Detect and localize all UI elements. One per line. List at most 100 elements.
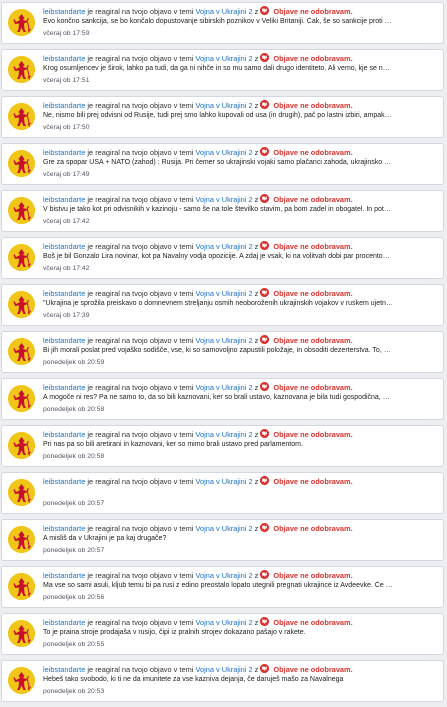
thumbs-down-icon [260,335,270,344]
topic-link[interactable]: Vojna v Ukrajini 2 [195,524,252,533]
user-avatar-icon[interactable] [8,432,35,459]
reaction-label[interactable]: Objave ne odobravam. [273,101,352,110]
notification-item[interactable]: leibstandarte je reagiral na tvojo objav… [1,284,444,326]
topic-link[interactable]: Vojna v Ukrajini 2 [195,571,252,580]
post-excerpt: To je praina stroje prodajaša v rusijo, … [43,629,306,636]
notification-item[interactable]: leibstandarte je reagiral na tvojo objav… [1,566,444,608]
user-link[interactable]: leibstandarte [43,336,85,345]
reaction-label[interactable]: Objave ne odobravam. [273,524,352,533]
user-link[interactable]: leibstandarte [43,383,85,392]
reaction-label[interactable]: Objave ne odobravam. [273,665,352,674]
reaction-label[interactable]: Objave ne odobravam. [273,383,352,392]
topic-link[interactable]: Vojna v Ukrajini 2 [195,336,252,345]
z-label: z [254,571,259,580]
topic-link[interactable]: Vojna v Ukrajini 2 [195,618,252,627]
thumbs-down-icon [260,617,270,626]
user-link[interactable]: leibstandarte [43,430,85,439]
reaction-label[interactable]: Objave ne odobravam. [273,289,352,298]
user-link[interactable]: leibstandarte [43,195,85,204]
user-link[interactable]: leibstandarte [43,54,85,63]
post-excerpt: Boš je bil Gonzalo Lira novinar, kot pa … [43,253,393,260]
notification-item[interactable]: leibstandarte je reagiral na tvojo objav… [1,49,444,91]
action-text: je reagiral na tvojo objavo v temi [87,618,194,627]
user-link[interactable]: leibstandarte [43,571,85,580]
z-label: z [254,618,259,627]
user-avatar-icon[interactable] [8,620,35,647]
user-link[interactable]: leibstandarte [43,665,85,674]
user-avatar-icon[interactable] [8,150,35,177]
notification-item[interactable]: leibstandarte je reagiral na tvojo objav… [1,613,444,655]
topic-link[interactable]: Vojna v Ukrajini 2 [195,101,252,110]
timestamp: včeraj ob 17:42 [43,218,90,225]
notification-header: leibstandarte je reagiral na tvojo objav… [43,335,439,346]
notification-item[interactable]: leibstandarte je reagiral na tvojo objav… [1,660,444,702]
user-avatar-icon[interactable] [8,385,35,412]
user-avatar-icon[interactable] [8,291,35,318]
user-avatar-icon[interactable] [8,9,35,36]
reaction-label[interactable]: Objave ne odobravam. [273,430,352,439]
user-link[interactable]: leibstandarte [43,148,85,157]
user-link[interactable]: leibstandarte [43,101,85,110]
reaction-label[interactable]: Objave ne odobravam. [273,54,352,63]
notification-item[interactable]: leibstandarte je reagiral na tvojo objav… [1,425,444,467]
topic-link[interactable]: Vojna v Ukrajini 2 [195,665,252,674]
timestamp: včeraj ob 17:59 [43,30,90,37]
action-text: je reagiral na tvojo objavo v temi [87,195,194,204]
topic-link[interactable]: Vojna v Ukrajini 2 [195,289,252,298]
topic-link[interactable]: Vojna v Ukrajini 2 [195,242,252,251]
notification-item[interactable]: leibstandarte je reagiral na tvojo objav… [1,472,444,514]
user-link[interactable]: leibstandarte [43,242,85,251]
user-link[interactable]: leibstandarte [43,477,85,486]
z-label: z [254,54,259,63]
user-link[interactable]: leibstandarte [43,289,85,298]
user-avatar-icon[interactable] [8,479,35,506]
post-excerpt: Bi jih morali poslat pred vojaško sodišč… [43,347,393,354]
user-avatar-icon[interactable] [8,103,35,130]
notification-item[interactable]: leibstandarte je reagiral na tvojo objav… [1,143,444,185]
topic-link[interactable]: Vojna v Ukrajini 2 [195,195,252,204]
timestamp: ponedeljek ob 20:57 [43,500,105,507]
action-text: je reagiral na tvojo objavo v temi [87,101,194,110]
reaction-label[interactable]: Objave ne odobravam. [273,242,352,251]
action-text: je reagiral na tvojo objavo v temi [87,477,194,486]
action-text: je reagiral na tvojo objavo v temi [87,524,194,533]
reaction-label[interactable]: Objave ne odobravam. [273,7,352,16]
user-avatar-icon[interactable] [8,244,35,271]
notification-header: leibstandarte je reagiral na tvojo objav… [43,53,439,64]
reaction-label[interactable]: Objave ne odobravam. [273,336,352,345]
notification-item[interactable]: leibstandarte je reagiral na tvojo objav… [1,519,444,561]
user-avatar-icon[interactable] [8,56,35,83]
reaction-label[interactable]: Objave ne odobravam. [273,195,352,204]
user-avatar-icon[interactable] [8,526,35,553]
user-avatar-icon[interactable] [8,667,35,694]
user-avatar-icon[interactable] [8,338,35,365]
user-link[interactable]: leibstandarte [43,7,85,16]
post-excerpt: A mogoče ni res? Pa ne samo to, da so bi… [43,394,393,401]
notification-item[interactable]: leibstandarte je reagiral na tvojo objav… [1,331,444,373]
reaction-label[interactable]: Objave ne odobravam. [273,477,352,486]
notification-item[interactable]: leibstandarte je reagiral na tvojo objav… [1,2,444,44]
thumbs-down-icon [260,476,270,485]
notification-item[interactable]: leibstandarte je reagiral na tvojo objav… [1,190,444,232]
topic-link[interactable]: Vojna v Ukrajini 2 [195,383,252,392]
user-link[interactable]: leibstandarte [43,524,85,533]
user-avatar-icon[interactable] [8,573,35,600]
reaction-label[interactable]: Objave ne odobravam. [273,618,352,627]
user-avatar-icon[interactable] [8,197,35,224]
z-label: z [254,242,259,251]
topic-link[interactable]: Vojna v Ukrajini 2 [195,148,252,157]
z-label: z [254,7,259,16]
topic-link[interactable]: Vojna v Ukrajini 2 [195,54,252,63]
reaction-label[interactable]: Objave ne odobravam. [273,571,352,580]
topic-link[interactable]: Vojna v Ukrajini 2 [195,7,252,16]
thumbs-down-icon [260,429,270,438]
user-link[interactable]: leibstandarte [43,618,85,627]
reaction-label[interactable]: Objave ne odobravam. [273,148,352,157]
action-text: je reagiral na tvojo objavo v temi [87,336,194,345]
notification-item[interactable]: leibstandarte je reagiral na tvojo objav… [1,378,444,420]
topic-link[interactable]: Vojna v Ukrajini 2 [195,477,252,486]
notification-item[interactable]: leibstandarte je reagiral na tvojo objav… [1,237,444,279]
thumbs-down-icon [260,6,270,15]
notification-item[interactable]: leibstandarte je reagiral na tvojo objav… [1,96,444,138]
topic-link[interactable]: Vojna v Ukrajini 2 [195,430,252,439]
